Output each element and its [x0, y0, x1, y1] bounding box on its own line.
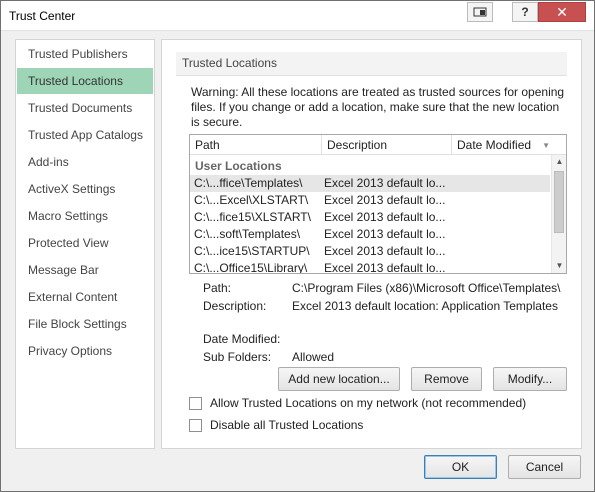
disable-all-checkbox[interactable]	[189, 419, 202, 432]
column-header-description[interactable]: Description	[322, 135, 452, 155]
detail-date-modified-label: Date Modified:	[203, 332, 281, 346]
row-path: C:\...soft\Templates\	[194, 227, 301, 241]
row-path: C:\...ice15\STARTUP\	[194, 244, 310, 258]
nav-item-external-content[interactable]: External Content	[17, 284, 153, 310]
row-path: C:\...Excel\XLSTART\	[194, 193, 309, 207]
allow-network-checkbox[interactable]	[189, 397, 202, 410]
nav-item-trusted-documents[interactable]: Trusted Documents	[17, 95, 153, 121]
detail-sub-folders-value: Allowed	[292, 350, 335, 364]
warning-text: Warning: All these locations are treated…	[191, 85, 565, 129]
nav-item-file-block-settings[interactable]: File Block Settings	[17, 311, 153, 337]
detail-path-label: Path:	[203, 281, 232, 295]
nav-item-trusted-locations[interactable]: Trusted Locations	[17, 68, 153, 94]
nav-item-macro-settings[interactable]: Macro Settings	[17, 203, 153, 229]
trusted-locations-list[interactable]: Path Description Date Modified ▼ User Lo…	[189, 134, 567, 274]
close-button[interactable]: ✕	[538, 2, 586, 22]
row-description: Excel 2013 default lo...	[324, 176, 446, 190]
title-bar: Trust Center ? ✕	[1, 1, 594, 31]
nav-item-trusted-publishers[interactable]: Trusted Publishers	[17, 41, 153, 67]
window-title: Trust Center	[9, 9, 76, 23]
allow-network-label[interactable]: Allow Trusted Locations on my network (n…	[210, 396, 526, 410]
disable-all-label[interactable]: Disable all Trusted Locations	[210, 418, 363, 432]
list-row[interactable]: C:\...Office15\Library\ Excel 2013 defau…	[190, 260, 550, 274]
list-row[interactable]: C:\...Excel\XLSTART\ Excel 2013 default …	[190, 192, 550, 209]
list-header: Path Description Date Modified ▼	[190, 135, 566, 155]
row-description: Excel 2013 default lo...	[324, 193, 446, 207]
scrollbar-thumb[interactable]	[554, 171, 564, 233]
detail-path-value: C:\Program Files (x86)\Microsoft Office\…	[292, 281, 561, 295]
scroll-up-icon[interactable]: ▲	[552, 155, 566, 169]
row-path: C:\...fice15\XLSTART\	[194, 210, 311, 224]
detail-sub-folders-label: Sub Folders:	[203, 350, 272, 364]
nav-item-add-ins[interactable]: Add-ins	[17, 149, 153, 175]
row-path: C:\...ffice\Templates\	[194, 176, 303, 190]
restore-window-button[interactable]	[467, 2, 493, 22]
cancel-button[interactable]: Cancel	[508, 455, 581, 479]
remove-button[interactable]: Remove	[411, 367, 482, 391]
detail-description-value: Excel 2013 default location: Application…	[292, 299, 558, 313]
ok-button[interactable]: OK	[424, 455, 497, 479]
column-header-date-label: Date Modified	[457, 138, 532, 152]
add-new-location-button[interactable]: Add new location...	[278, 367, 400, 391]
nav-item-privacy-options[interactable]: Privacy Options	[17, 338, 153, 364]
row-description: Excel 2013 default lo...	[324, 244, 446, 258]
help-button[interactable]: ?	[512, 2, 538, 22]
trusted-locations-panel: Trusted Locations Warning: All these loc…	[161, 39, 582, 449]
nav-item-activex-settings[interactable]: ActiveX Settings	[17, 176, 153, 202]
list-row[interactable]: C:\...ice15\STARTUP\ Excel 2013 default …	[190, 243, 550, 260]
row-description: Excel 2013 default lo...	[324, 227, 446, 241]
section-title: Trusted Locations	[176, 52, 567, 76]
column-header-date-modified[interactable]: Date Modified	[452, 135, 554, 155]
window-restore-icon	[473, 7, 487, 17]
row-path: C:\...Office15\Library\	[194, 261, 308, 274]
scroll-down-icon[interactable]: ▼	[552, 259, 566, 273]
trust-center-nav: Trusted Publishers Trusted Locations Tru…	[15, 39, 155, 449]
nav-item-message-bar[interactable]: Message Bar	[17, 257, 153, 283]
list-row[interactable]: C:\...fice15\XLSTART\ Excel 2013 default…	[190, 209, 550, 226]
group-header-user-locations: User Locations	[195, 159, 282, 173]
row-description: Excel 2013 default lo...	[324, 261, 446, 274]
list-scrollbar[interactable]: ▲ ▼	[551, 155, 566, 273]
list-row[interactable]: C:\...ffice\Templates\ Excel 2013 defaul…	[190, 175, 550, 192]
detail-description-label: Description:	[203, 299, 267, 313]
sort-down-icon: ▼	[542, 141, 550, 150]
nav-item-trusted-app-catalogs[interactable]: Trusted App Catalogs	[17, 122, 153, 148]
trust-center-dialog: Trust Center ? ✕ Trusted Publishers Trus…	[0, 0, 595, 492]
row-description: Excel 2013 default lo...	[324, 210, 446, 224]
column-header-path[interactable]: Path	[190, 135, 322, 155]
nav-item-protected-view[interactable]: Protected View	[17, 230, 153, 256]
list-row[interactable]: C:\...soft\Templates\ Excel 2013 default…	[190, 226, 550, 243]
modify-button[interactable]: Modify...	[493, 367, 567, 391]
